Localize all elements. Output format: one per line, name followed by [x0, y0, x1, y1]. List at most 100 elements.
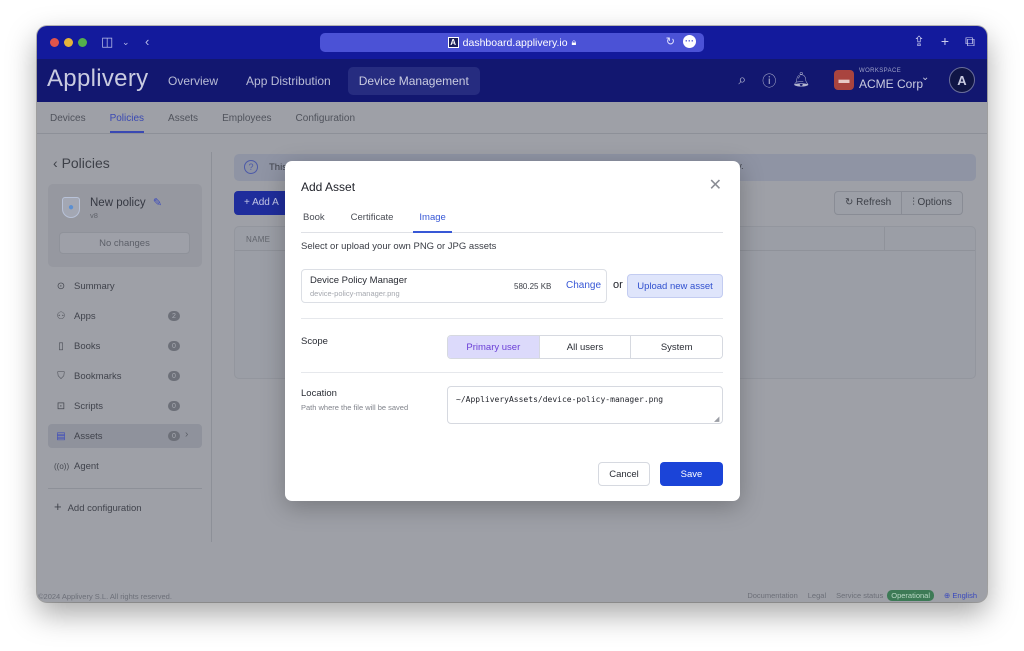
- sidebar-item-label: Books: [74, 340, 101, 352]
- scope-selector: Primary user All users System: [447, 335, 723, 359]
- no-changes-button[interactable]: No changes: [59, 232, 190, 254]
- options-button[interactable]: ⫶ Options: [901, 192, 962, 214]
- nav-app-distribution[interactable]: App Distribution: [235, 67, 342, 95]
- table-actions: ↻ Refresh ⫶ Options: [834, 191, 963, 215]
- tabs-overview-icon[interactable]: ⧉: [965, 33, 975, 50]
- count-badge: 0: [168, 341, 180, 351]
- footer-link-legal[interactable]: Legal: [808, 591, 826, 600]
- copyright: ©2024 Applivery S.L. All rights reserved…: [38, 592, 172, 601]
- bookmark-icon: ⛉: [57, 370, 65, 382]
- add-configuration-label: Add configuration: [67, 503, 142, 514]
- count-badge: 0: [168, 371, 180, 381]
- minimize-window-button[interactable]: [64, 38, 73, 47]
- cancel-button[interactable]: Cancel: [598, 462, 650, 486]
- policy-card: ● New policy ✎ v8 No changes: [48, 184, 202, 267]
- url-text: dashboard.applivery.io: [462, 36, 568, 49]
- tab-configuration[interactable]: Configuration: [296, 102, 355, 133]
- modal-title: Add Asset: [301, 180, 356, 194]
- workspace-name[interactable]: ACME Corp: [859, 77, 923, 91]
- sidebar-item-label: Assets: [74, 430, 103, 442]
- edit-pencil-icon[interactable]: ✎: [153, 197, 162, 209]
- add-configuration-button[interactable]: + Add configuration: [54, 499, 142, 514]
- workspace-logo[interactable]: ▬: [834, 70, 854, 90]
- language-label: English: [952, 591, 977, 600]
- site-favicon-icon: A: [447, 37, 459, 48]
- back-icon[interactable]: ‹: [145, 34, 149, 50]
- app-header: Applivery Overview App Distribution Devi…: [37, 59, 987, 102]
- scope-label: Scope: [301, 336, 328, 347]
- sidebar-item-books[interactable]: ▯ Books 0: [48, 334, 202, 358]
- back-title-label: Policies: [61, 155, 110, 171]
- footer-links: Documentation Legal Service status Opera…: [747, 590, 977, 601]
- sidebar-item-apps[interactable]: ⚇ Apps 2: [48, 304, 202, 328]
- refresh-label: Refresh: [856, 197, 892, 208]
- tab-certificate[interactable]: Certificate: [349, 207, 396, 233]
- scope-primary-user[interactable]: Primary user: [448, 336, 539, 358]
- count-badge: 2: [168, 311, 180, 321]
- asset-filename: device-policy-manager.png: [310, 289, 400, 298]
- sidebar-item-scripts[interactable]: ⊡ Scripts 0: [48, 394, 202, 418]
- location-input[interactable]: ~/AppliveryAssets/device-policy-manager.…: [447, 386, 723, 424]
- top-nav: Overview App Distribution Device Managem…: [157, 67, 480, 95]
- sidebar-item-agent[interactable]: ((o)) Agent: [48, 454, 202, 478]
- footer-link-documentation[interactable]: Documentation: [747, 591, 797, 600]
- nav-overview[interactable]: Overview: [157, 67, 229, 95]
- sidebar-item-label: Summary: [74, 280, 115, 292]
- check-circle-icon: ⊙: [56, 280, 66, 292]
- tab-assets[interactable]: Assets: [168, 102, 198, 133]
- column-header-name[interactable]: NAME: [246, 235, 270, 244]
- location-label: Location: [301, 388, 337, 399]
- apple-shield-icon: ●: [62, 197, 80, 218]
- close-icon[interactable]: ✕: [709, 175, 722, 195]
- maximize-window-button[interactable]: [78, 38, 87, 47]
- browser-titlebar: ◫ ⌄ ‹ A dashboard.applivery.io 🔒︎ ↻ ··· …: [37, 26, 987, 59]
- save-button[interactable]: Save: [660, 462, 723, 486]
- apps-icon: ⚇: [56, 310, 66, 322]
- sidebar-item-assets[interactable]: ▤ Assets 0 ›: [48, 424, 202, 448]
- vertical-divider: [211, 152, 212, 542]
- search-icon[interactable]: ⌕: [738, 71, 746, 91]
- refresh-button[interactable]: ↻ Refresh: [835, 192, 901, 214]
- address-bar[interactable]: A dashboard.applivery.io 🔒︎ ↻ ···: [320, 33, 704, 52]
- lock-icon: 🔒︎: [571, 37, 577, 47]
- sidebar-item-label: Scripts: [74, 400, 104, 412]
- asset-name: Device Policy Manager: [310, 275, 408, 286]
- nav-device-management[interactable]: Device Management: [347, 67, 480, 95]
- back-to-policies[interactable]: ‹ Policies: [53, 155, 110, 171]
- divider: [301, 372, 723, 373]
- sidebar-toggle-icon[interactable]: ◫: [101, 34, 113, 50]
- more-icon[interactable]: ···: [683, 35, 696, 48]
- resize-handle-icon[interactable]: ◢: [714, 415, 719, 423]
- new-tab-icon[interactable]: +: [941, 33, 949, 50]
- chevron-down-icon[interactable]: ⌄: [122, 34, 130, 50]
- add-asset-modal: Add Asset ✕ Book Certificate Image Selec…: [285, 161, 740, 501]
- book-icon: ▯: [58, 340, 64, 352]
- modal-tabs: Book Certificate Image: [301, 207, 723, 233]
- workspace-chevron-icon[interactable]: ⌄: [921, 72, 929, 83]
- share-icon[interactable]: ⇪: [913, 33, 925, 50]
- help-icon[interactable]: ⓘ: [762, 71, 776, 91]
- tab-devices[interactable]: Devices: [50, 102, 86, 133]
- footer-link-service-status[interactable]: Service status: [836, 591, 883, 600]
- tab-employees[interactable]: Employees: [222, 102, 271, 133]
- asset-size: 580.25 KB: [514, 282, 552, 291]
- chevron-left-icon: ‹: [53, 155, 62, 171]
- count-badge: 0: [168, 431, 180, 441]
- app-logo[interactable]: Applivery: [47, 65, 148, 93]
- upload-new-asset-button[interactable]: Upload new asset: [627, 274, 723, 298]
- close-window-button[interactable]: [50, 38, 59, 47]
- reload-icon[interactable]: ↻: [666, 35, 675, 48]
- language-selector[interactable]: ⊕ English: [944, 591, 977, 600]
- tab-book[interactable]: Book: [301, 207, 327, 233]
- scope-all-users[interactable]: All users: [538, 336, 631, 358]
- scope-system[interactable]: System: [630, 336, 722, 358]
- sidebar-item-summary[interactable]: ⊙ Summary: [48, 274, 202, 298]
- sidebar-item-bookmarks[interactable]: ⛉ Bookmarks 0: [48, 364, 202, 388]
- bell-icon[interactable]: 🔔︎: [792, 71, 810, 91]
- tab-image[interactable]: Image: [413, 207, 452, 233]
- change-asset-link[interactable]: Change: [566, 280, 601, 291]
- tab-policies[interactable]: Policies: [109, 102, 145, 133]
- sidebar-item-label: Apps: [74, 310, 96, 322]
- archive-icon: ▤: [56, 430, 66, 442]
- avatar[interactable]: A: [949, 67, 975, 93]
